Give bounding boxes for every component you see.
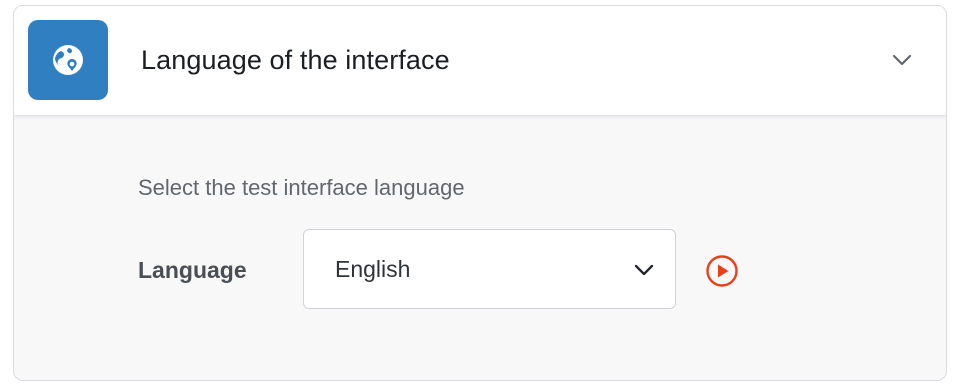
language-field-label: Language [138, 257, 247, 283]
panel-body: Select the test interface language Langu… [14, 116, 946, 380]
chevron-down-icon[interactable] [888, 46, 916, 74]
panel-header[interactable]: Language of the interface [14, 6, 946, 116]
panel-title: Language of the interface [141, 45, 450, 75]
language-settings-panel: Language of the interface Select the tes… [13, 5, 947, 381]
globe-pin-icon [53, 45, 83, 75]
language-select-value: English [335, 256, 411, 282]
chevron-down-icon [634, 264, 654, 276]
language-select[interactable]: English [303, 229, 676, 309]
play-circle-icon[interactable] [705, 254, 739, 288]
section-description: Select the test interface language [138, 175, 465, 200]
header-icon-tile [28, 20, 108, 100]
